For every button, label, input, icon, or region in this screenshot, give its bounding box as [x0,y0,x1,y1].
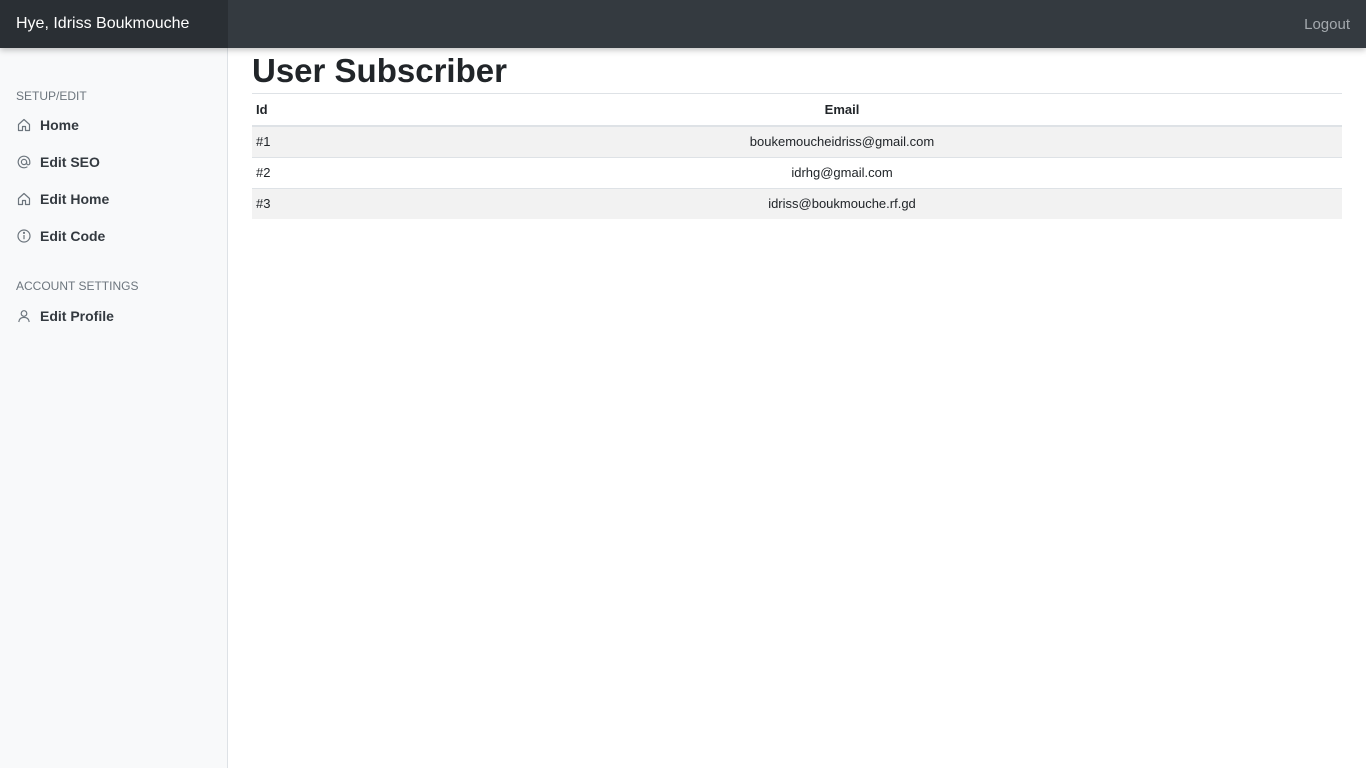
sidebar: SETUP/EDIT Home Edit SEO Edit Home Edit … [0,48,228,768]
sidebar-item-edit-code[interactable]: Edit Code [0,221,227,251]
top-navbar: Hye, Idriss Boukmouche Logout [0,0,1366,48]
sidebar-item-label: Home [40,117,79,133]
page-title: User Subscriber [252,51,1342,94]
brand-greeting[interactable]: Hye, Idriss Boukmouche [0,0,228,48]
sidebar-heading-setup-edit: SETUP/EDIT [16,89,87,103]
sidebar-item-edit-profile[interactable]: Edit Profile [0,301,227,331]
sidebar-item-label: Edit Home [40,191,110,207]
sidebar-item-edit-seo[interactable]: Edit SEO [0,147,227,177]
table-row: #1 boukemoucheidriss@gmail.com [252,125,1342,157]
sidebar-item-label: Edit Profile [40,308,114,324]
column-header-id: Id [252,94,342,127]
sidebar-item-edit-home[interactable]: Edit Home [0,184,227,214]
row-id-cell: #3 [252,187,342,219]
sidebar-item-label: Edit SEO [40,154,100,170]
logout-link[interactable]: Logout [1304,0,1350,48]
row-id-cell: #2 [252,156,342,188]
table-row: #2 idrhg@gmail.com [252,156,1342,188]
home-icon [16,117,32,133]
sidebar-item-label: Edit Code [40,228,106,244]
row-email-cell: idriss@boukmouche.rf.gd [342,187,1342,219]
main-content: User Subscriber Id Email #1 boukemouchei… [228,48,1366,768]
table-header-row: Id Email [252,94,1342,127]
at-icon [16,154,32,170]
sidebar-heading-account-settings: ACCOUNT SETTINGS [16,279,139,293]
info-icon [16,228,32,244]
table-row: #3 idriss@boukmouche.rf.gd [252,187,1342,219]
row-email-cell: idrhg@gmail.com [342,156,1342,188]
row-email-cell: boukemoucheidriss@gmail.com [342,125,1342,157]
home-icon [16,191,32,207]
row-id-cell: #1 [252,125,342,157]
subscriber-table: Id Email #1 boukemoucheidriss@gmail.com … [252,94,1342,219]
user-icon [16,308,32,324]
sidebar-item-home[interactable]: Home [0,110,227,140]
column-header-email: Email [342,94,1342,127]
